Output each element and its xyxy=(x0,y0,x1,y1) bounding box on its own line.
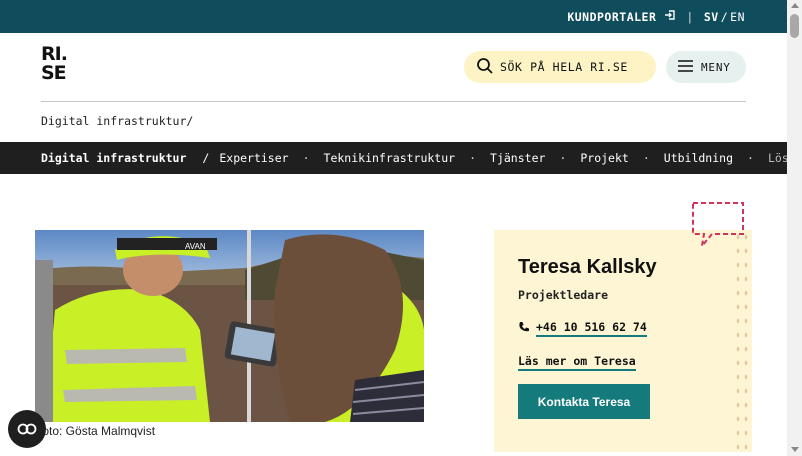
topbar-separator: | xyxy=(686,9,694,24)
cookie-settings-button[interactable] xyxy=(8,410,46,448)
language-sv[interactable]: SV xyxy=(704,10,719,24)
hamburger-icon xyxy=(678,59,693,75)
page-scrollbar[interactable] xyxy=(787,0,802,456)
phone-icon xyxy=(518,321,530,336)
customer-portals-label: KUNDPORTALER xyxy=(567,9,657,24)
scroll-down-arrow[interactable] xyxy=(791,447,799,452)
rise-logo[interactable]: RI. SE xyxy=(41,45,73,83)
section-nav-item-losningar[interactable]: Lösnin xyxy=(768,151,787,165)
cookie-settings-icon xyxy=(17,420,37,439)
phone-number: +46 10 516 62 74 xyxy=(536,320,647,337)
header-divider xyxy=(41,101,746,102)
logo-line-2: SE xyxy=(41,62,67,84)
breadcrumb[interactable]: Digital infrastruktur/ xyxy=(41,114,193,128)
project-photo: AVAN xyxy=(35,230,424,422)
nav-dot: · xyxy=(559,151,567,165)
section-nav-slash: / xyxy=(202,151,210,165)
section-nav-home[interactable]: Digital infrastruktur xyxy=(41,151,186,165)
menu-label: MENY xyxy=(701,60,731,74)
contact-card: Teresa Kallsky Projektledare +46 10 516 … xyxy=(494,230,752,452)
scroll-up-arrow[interactable] xyxy=(791,3,799,8)
nav-dot: · xyxy=(302,151,310,165)
section-nav-item-projekt[interactable]: Projekt xyxy=(580,151,628,165)
search-button[interactable]: SÖK PÅ HELA RI.SE xyxy=(464,51,656,83)
login-icon xyxy=(664,9,676,24)
nav-dot: · xyxy=(469,151,477,165)
card-dot-pattern xyxy=(734,230,752,452)
speech-bubble-icon xyxy=(692,202,746,252)
read-more-link[interactable]: Läs mer om Teresa xyxy=(518,354,636,371)
contact-phone[interactable]: +46 10 516 62 74 xyxy=(518,320,647,337)
top-utility-bar: KUNDPORTALER | SV / EN xyxy=(0,0,787,33)
section-navigation: Digital infrastruktur / Expertiser · Tek… xyxy=(0,142,787,174)
contact-button[interactable]: Kontakta Teresa xyxy=(518,384,650,419)
photo-caption: Foto: Gösta Malmqvist xyxy=(35,424,156,438)
language-en[interactable]: EN xyxy=(730,10,745,24)
section-nav-item-teknikinfrastruktur[interactable]: Teknikinfrastruktur xyxy=(324,151,456,165)
customer-portals-link[interactable]: KUNDPORTALER xyxy=(567,9,676,24)
contact-name: Teresa Kallsky xyxy=(518,256,657,278)
scroll-thumb[interactable] xyxy=(790,14,799,38)
search-icon xyxy=(476,57,494,78)
nav-dot: · xyxy=(642,151,650,165)
contact-role: Projektledare xyxy=(518,288,609,302)
search-label: SÖK PÅ HELA RI.SE xyxy=(500,60,628,74)
helmet-text: AVAN xyxy=(185,242,206,251)
section-nav-item-expertiser[interactable]: Expertiser xyxy=(219,151,288,165)
language-slash: / xyxy=(720,9,729,24)
nav-dot: · xyxy=(747,151,754,165)
section-nav-item-utbildning[interactable]: Utbildning xyxy=(664,151,733,165)
menu-button[interactable]: MENY xyxy=(666,51,746,83)
section-nav-item-tjanster[interactable]: Tjänster xyxy=(490,151,545,165)
